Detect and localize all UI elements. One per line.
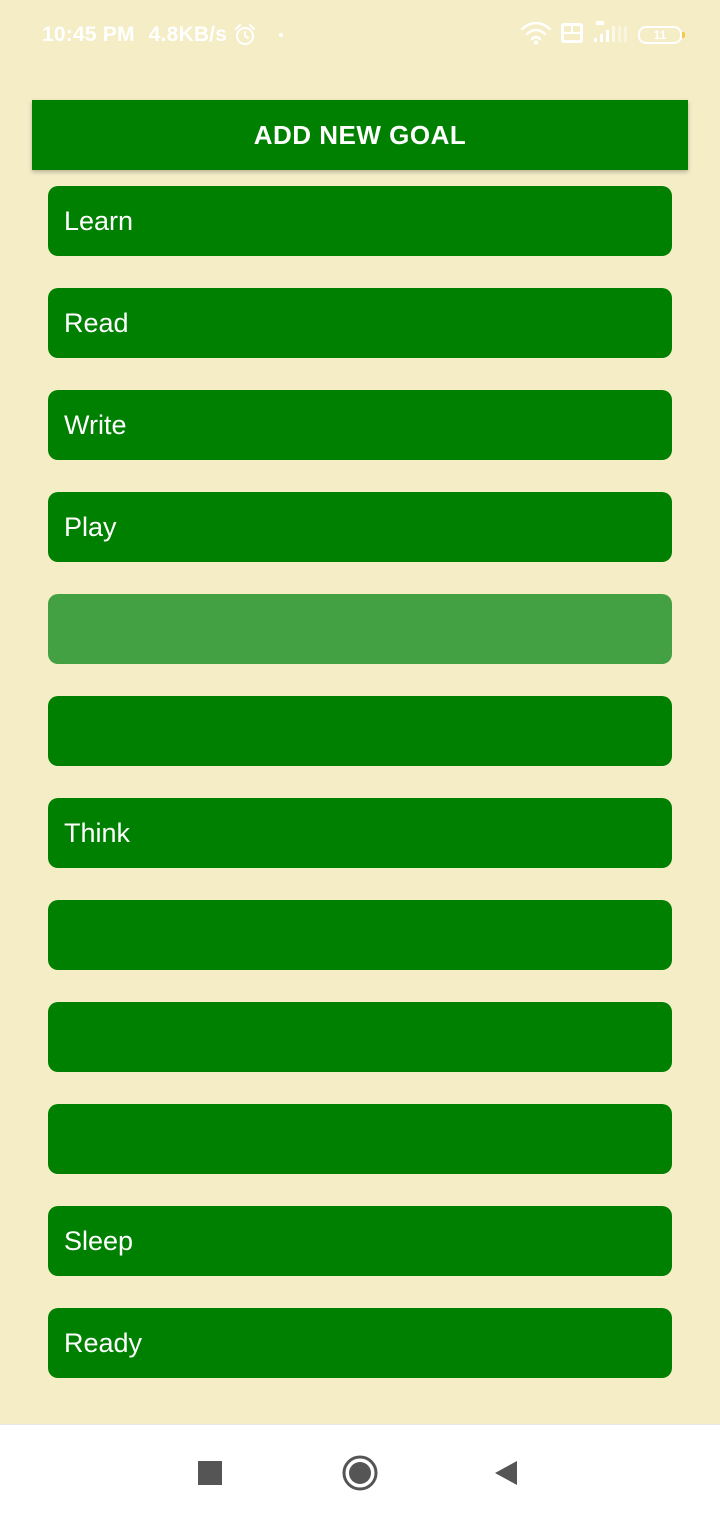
goal-item[interactable]: Learn	[48, 186, 672, 256]
goal-item[interactable]	[48, 1104, 672, 1174]
network-speed: 4.8KB/s	[148, 23, 228, 46]
back-triangle-icon[interactable]	[486, 1453, 526, 1493]
alarm-icon	[233, 23, 257, 47]
navigation-bar	[0, 1424, 720, 1520]
status-time: 10:45 PM	[42, 23, 135, 46]
status-bar: 10:45 PM 4.8KB/s 11	[0, 0, 720, 70]
recents-square-icon[interactable]	[190, 1453, 230, 1493]
status-left: 10:45 PM 4.8KB/s	[42, 20, 284, 50]
goal-item[interactable]	[48, 696, 672, 766]
add-new-goal-button[interactable]: ADD NEW GOAL	[32, 100, 688, 170]
goal-item[interactable]: Read	[48, 288, 672, 358]
battery-icon: 11	[638, 26, 685, 44]
notification-dot-icon	[279, 33, 284, 37]
volte-icon	[560, 21, 584, 50]
status-right: 11	[520, 18, 685, 52]
goal-item[interactable]: Ready	[48, 1308, 672, 1378]
home-circle-icon[interactable]	[340, 1453, 380, 1493]
goal-item[interactable]: Think	[48, 798, 672, 868]
goal-item[interactable]: Write	[48, 390, 672, 460]
goal-item-pressed[interactable]	[48, 594, 672, 664]
wifi-icon	[520, 21, 552, 50]
goal-item[interactable]	[48, 900, 672, 970]
goal-item[interactable]: Sleep	[48, 1206, 672, 1276]
goal-item[interactable]: Play	[48, 492, 672, 562]
signal-4g-icon	[592, 20, 630, 51]
battery-level: 11	[653, 28, 667, 42]
goal-item[interactable]	[48, 1002, 672, 1072]
goal-list: Learn Read Write Play Think Sleep Ready	[48, 186, 672, 1410]
